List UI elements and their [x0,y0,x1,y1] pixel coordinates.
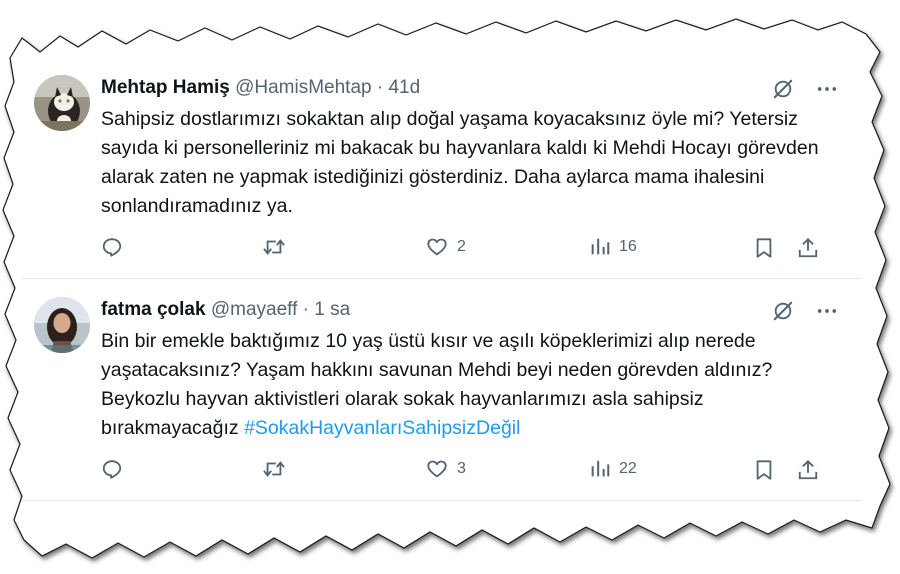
more-icon[interactable] [816,300,838,322]
more-icon[interactable] [816,78,838,100]
like-count: 2 [457,238,466,255]
view-count: 16 [619,238,637,255]
like-icon [425,236,449,258]
bookmark-icon [753,458,775,482]
bookmark-button[interactable] [753,458,775,482]
avatar[interactable] [34,75,90,131]
views-button[interactable]: 16 [589,236,637,258]
avatar[interactable] [34,297,90,353]
separator: · [376,77,384,98]
tweet-top-icons [772,300,838,322]
share-button[interactable] [797,236,819,260]
timestamp[interactable]: 41d [388,77,420,98]
like-count: 3 [457,460,466,477]
grok-icon[interactable] [772,78,794,100]
retweet-icon [261,458,287,480]
tweet[interactable]: fatma çolak @mayaeff · 1 sa Bin bir emek… [22,280,862,502]
tweet-text-body: Sahipsiz dostlarımızı sokaktan alıp doğa… [101,108,819,217]
display-name[interactable]: fatma çolak [101,299,206,320]
tweet-list: Mehtap Hamiş @HamisMehtap · 41d Sahipsiz… [22,58,862,502]
retweet-button[interactable] [261,236,287,258]
share-button[interactable] [797,458,819,482]
separator: · [302,299,309,320]
views-icon [589,236,611,258]
share-icon [797,458,819,482]
divider [22,500,862,501]
tweet-top-icons [772,78,838,100]
bookmark-button[interactable] [753,236,775,260]
tweet-text: Bin bir emekle baktığımız 10 yaş üstü kı… [101,327,821,443]
like-button[interactable]: 3 [425,458,466,480]
hashtag-link[interactable]: #SokakHayvanlarıSahipsizDeğil [244,417,520,439]
retweet-button[interactable] [261,458,287,480]
views-icon [589,458,611,480]
like-button[interactable]: 2 [425,236,466,258]
retweet-icon [261,236,287,258]
view-count: 22 [619,460,637,477]
tweet-actions: 2 16 [101,236,831,260]
display-name[interactable]: Mehtap Hamiş [101,77,230,98]
reply-button[interactable] [101,236,123,258]
reply-button[interactable] [101,458,123,480]
timestamp[interactable]: 1 sa [314,299,350,320]
grok-icon[interactable] [772,300,794,322]
tweet-text: Sahipsiz dostlarımızı sokaktan alıp doğa… [101,105,821,221]
share-icon [797,236,819,260]
tweet[interactable]: Mehtap Hamiş @HamisMehtap · 41d Sahipsiz… [22,58,862,280]
like-icon [425,458,449,480]
tweet-actions: 3 22 [101,458,831,482]
torn-paper-card: Mehtap Hamiş @HamisMehtap · 41d Sahipsiz… [0,0,900,574]
avatar-cat-image [34,75,90,131]
divider [22,278,862,279]
avatar-person-image [34,297,90,353]
tweet-header: Mehtap Hamiş @HamisMehtap · 41d [101,77,420,99]
views-button[interactable]: 22 [589,458,637,480]
user-handle[interactable]: @HamisMehtap [235,77,372,98]
bookmark-icon [753,236,775,260]
reply-icon [101,236,123,258]
reply-icon [101,458,123,480]
user-handle[interactable]: @mayaeff [211,299,298,320]
tweet-header: fatma çolak @mayaeff · 1 sa [101,299,350,321]
